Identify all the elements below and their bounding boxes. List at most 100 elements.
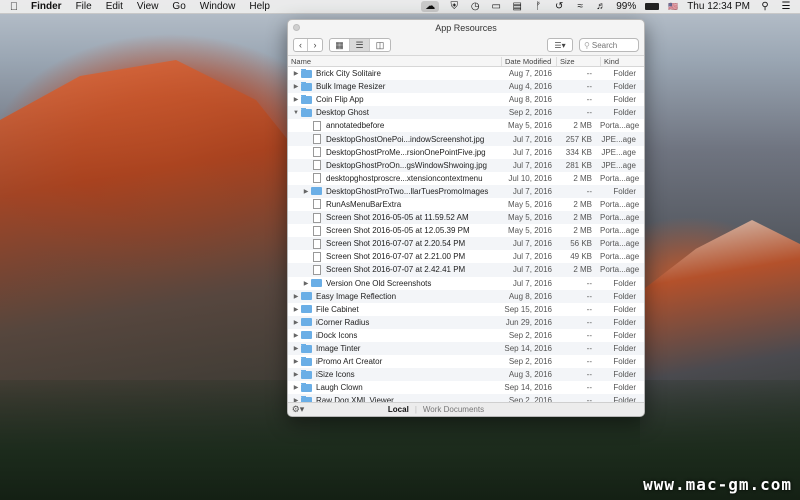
file-row[interactable]: desktopghostproscre...xtensioncontextmen…	[288, 172, 644, 185]
input-flag-icon[interactable]: 🇺🇸	[668, 2, 678, 11]
folder-row[interactable]: ▶ iCorner Radius Jun 29, 2016 -- Folder	[288, 315, 644, 329]
disclosure-triangle-icon[interactable]: ▶	[291, 397, 301, 402]
column-date-header[interactable]: Date Modified	[501, 56, 556, 66]
date-modified: Sep 14, 2016	[504, 344, 552, 354]
folder-row[interactable]: ▶ iPromo Art Creator Sep 2, 2016 -- Folder	[288, 355, 644, 368]
menu-go[interactable]: Go	[165, 1, 192, 12]
file-icon	[313, 225, 321, 236]
folder-row[interactable]: ▶ DesktopGhostProTwo...llarTuesPromoImage…	[288, 184, 644, 198]
file-row[interactable]: DesktopGhostProOn...gsWindowShwoing.jpg J…	[288, 158, 644, 172]
gear-icon[interactable]: ⚙▾	[288, 404, 308, 415]
column-view-icon[interactable]: ◫	[370, 39, 390, 51]
search-field[interactable]: ⚲	[579, 38, 639, 52]
item-name: Raw Dog XML Viewer	[316, 396, 394, 402]
disclosure-triangle-icon[interactable]: ▼	[291, 110, 301, 116]
tab-work-documents[interactable]: Work Documents	[421, 405, 486, 414]
disclosure-triangle-icon[interactable]: ▶	[291, 319, 301, 326]
file-row[interactable]: Screen Shot 2016-05-05 at 11.59.52 AM May…	[288, 211, 644, 225]
menu-file[interactable]: File	[69, 1, 99, 12]
date-modified: Sep 2, 2016	[508, 330, 552, 340]
folder-row[interactable]: ▶ Bulk Image Resizer Aug 4, 2016 -- Folder	[288, 80, 644, 94]
item-size: 2 MB	[573, 265, 592, 275]
folder-row[interactable]: ▶ iDock Icons Sep 2, 2016 -- Folder	[288, 329, 644, 342]
name-cell: ▶ Version One Old Screenshots	[288, 278, 501, 288]
folder-row[interactable]: ▶ iSize Icons Aug 3, 2016 -- Folder	[288, 368, 644, 382]
disclosure-triangle-icon[interactable]: ▶	[301, 280, 311, 287]
folder-row[interactable]: ▶ Coin Flip App Aug 8, 2016 -- Folder	[288, 93, 644, 106]
disclosure-triangle-icon[interactable]: ▶	[291, 293, 301, 300]
name-cell: ▶ Easy Image Reflection	[288, 291, 501, 301]
disclosure-triangle-icon[interactable]: ▶	[291, 332, 301, 339]
item-kind: Porta...age	[600, 265, 640, 275]
folder-row[interactable]: ▼ Desktop Ghost Sep 2, 2016 -- Folder	[288, 106, 644, 120]
menu-help[interactable]: Help	[242, 1, 277, 12]
notification-center-icon[interactable]: ☰	[780, 1, 792, 12]
item-kind: Folder	[613, 330, 636, 340]
folder-row[interactable]: ▶ Raw Dog XML Viewer Sep 2, 2016 -- Folder	[288, 394, 644, 402]
menu-clock[interactable]: Thu 12:34 PM	[687, 1, 750, 12]
menu-bar:  Finder File Edit View Go Window Help ☁…	[0, 0, 800, 14]
folder-row[interactable]: ▶ Laugh Clown Sep 14, 2016 -- Folder	[288, 381, 644, 394]
disclosure-triangle-icon[interactable]: ▶	[291, 358, 301, 365]
file-row[interactable]: DesktopGhostOnePoi...indowScreenshot.jpg…	[288, 132, 644, 146]
date-modified: Sep 2, 2016	[508, 108, 552, 118]
date-modified: May 5, 2016	[507, 213, 552, 223]
battery-percent[interactable]: 99%	[616, 1, 636, 12]
name-cell: ▶ Laugh Clown	[288, 383, 501, 392]
icon-view-icon[interactable]: ▦	[330, 39, 350, 51]
column-size-header[interactable]: Size	[556, 56, 600, 66]
file-row[interactable]: Screen Shot 2016-07-07 at 2.21.00 PM Jul …	[288, 250, 644, 263]
disclosure-triangle-icon[interactable]: ▶	[291, 371, 301, 378]
disclosure-triangle-icon[interactable]: ▶	[291, 306, 301, 313]
wifi-icon[interactable]: ≈	[574, 1, 586, 12]
name-cell: ▶ File Cabinet	[288, 304, 501, 314]
menu-window[interactable]: Window	[193, 1, 243, 12]
back-arrow-icon[interactable]: ‹	[294, 39, 308, 51]
file-row[interactable]: RunAsMenuBarExtra May 5, 2016 2 MB Porta...…	[288, 198, 644, 211]
forward-arrow-icon[interactable]: ›	[308, 39, 322, 51]
disclosure-triangle-icon[interactable]: ▶	[291, 345, 301, 352]
search-input[interactable]	[591, 40, 634, 50]
disclosure-triangle-icon[interactable]: ▶	[291, 70, 301, 77]
disclosure-triangle-icon[interactable]: ▶	[291, 384, 301, 391]
tab-local[interactable]: Local	[386, 405, 411, 414]
folder-row[interactable]: ▶ Easy Image Reflection Aug 8, 2016 -- Folde…	[288, 289, 644, 303]
time-machine-icon[interactable]: ↺	[553, 1, 565, 12]
folder-row[interactable]: ▶ Version One Old Screenshots Jul 7, 2016 -…	[288, 277, 644, 290]
column-kind-header[interactable]: Kind	[600, 56, 644, 66]
toolbar: ‹ › ▦ ☰ ◫ ☰▾ ⚲	[288, 35, 644, 55]
item-size: --	[586, 344, 592, 354]
folder-row[interactable]: ▶ Image Tinter Sep 14, 2016 -- Folder	[288, 341, 644, 356]
date-modified: Jul 7, 2016	[512, 278, 552, 288]
menu-app-name[interactable]: Finder	[24, 1, 69, 12]
shield-icon[interactable]: ⛨	[448, 1, 460, 12]
close-button[interactable]	[293, 24, 300, 31]
file-row[interactable]: Screen Shot 2016-05-05 at 12.05.39 PM May…	[288, 224, 644, 237]
cloud-icon[interactable]: ☁	[421, 1, 440, 12]
volume-icon[interactable]: ♬	[595, 1, 607, 12]
file-row[interactable]: DesktopGhostProMe...rsionOnePointFive.jp…	[288, 146, 644, 159]
item-name: Coin Flip App	[316, 95, 364, 105]
clock-icon[interactable]: ◷	[469, 1, 481, 12]
disclosure-triangle-icon[interactable]: ▶	[291, 83, 301, 90]
disclosure-triangle-icon[interactable]: ▶	[291, 96, 301, 103]
file-row[interactable]: Screen Shot 2016-07-07 at 2.20.54 PM Jul …	[288, 237, 644, 251]
battery-icon[interactable]	[645, 3, 660, 10]
list-view-icon[interactable]: ☰	[350, 39, 370, 51]
disclosure-triangle-icon[interactable]: ▶	[301, 188, 311, 195]
bluetooth-icon[interactable]: ᚠ	[532, 1, 544, 12]
layers-dropdown-icon[interactable]: ☰▾	[547, 38, 573, 52]
apple-menu-icon[interactable]: 	[4, 1, 24, 13]
file-row[interactable]: annotatedbefore May 5, 2016 2 MB Porta...ag…	[288, 119, 644, 132]
column-name-header[interactable]: Name	[288, 57, 501, 66]
menu-view[interactable]: View	[130, 1, 166, 12]
tab-separator: |	[414, 405, 417, 414]
folder-row[interactable]: ▶ Brick City Solitaire Aug 7, 2016 -- Folder	[288, 67, 644, 80]
file-icon	[313, 173, 321, 184]
battery-menu-icon[interactable]: ▤	[511, 1, 523, 12]
folder-row[interactable]: ▶ File Cabinet Sep 15, 2016 -- Folder	[288, 303, 644, 316]
file-row[interactable]: Screen Shot 2016-07-07 at 2.42.41 PM Jul …	[288, 263, 644, 277]
spotlight-icon[interactable]: ⚲	[759, 1, 771, 12]
menu-edit[interactable]: Edit	[99, 1, 130, 12]
airplay-icon[interactable]: ▭	[490, 1, 502, 12]
